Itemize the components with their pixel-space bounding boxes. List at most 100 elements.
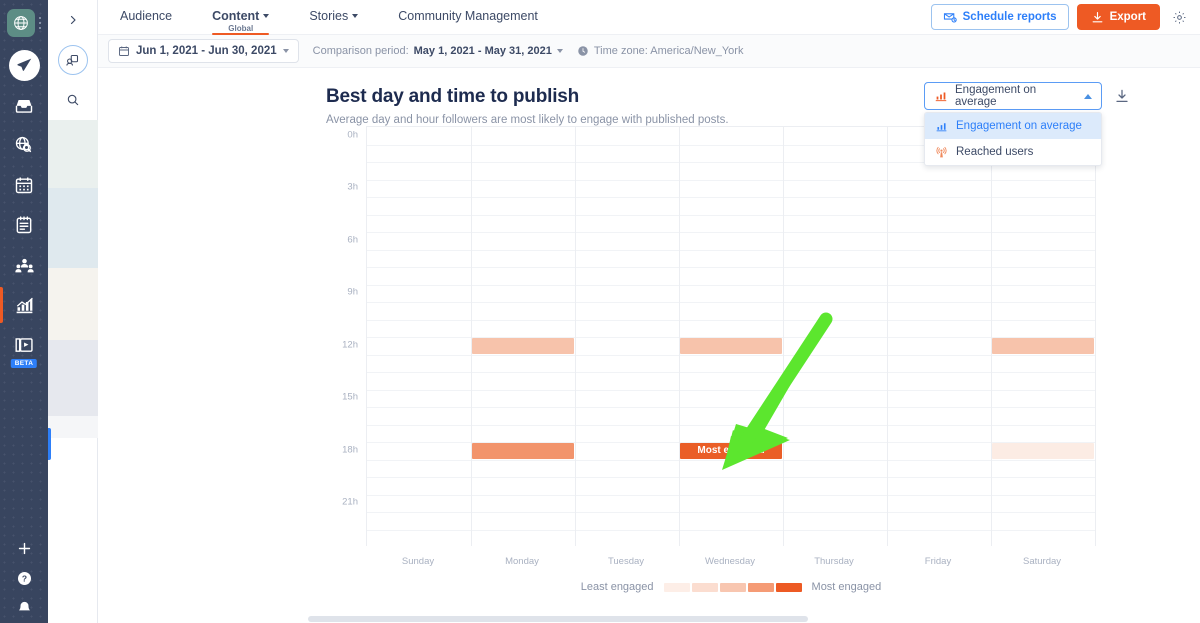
metric-option-reached-users[interactable]: Reached users (925, 139, 1101, 165)
heatmap-cell[interactable] (472, 338, 574, 354)
network-globe-logo-icon[interactable] (7, 9, 35, 37)
kebab-menu-icon[interactable] (39, 17, 42, 30)
tab-audience-label: Audience (120, 9, 172, 23)
tab-content-sublabel: Global (228, 24, 253, 33)
grid-row-line (367, 372, 1095, 373)
grid-row-line (367, 250, 1095, 251)
x-axis-tick: Thursday (814, 556, 854, 567)
chevron-right-icon (67, 14, 79, 26)
legend-swatch (664, 583, 690, 592)
y-axis-tick: 9h (347, 287, 358, 298)
bar-chart-icon (935, 120, 948, 133)
metric-select-trigger[interactable]: Engagement on average (924, 82, 1102, 110)
skeleton-block[interactable] (48, 268, 98, 340)
heatmap-cell[interactable]: Most engaged (680, 443, 782, 459)
bar-chart-icon (14, 295, 35, 316)
download-chart-button[interactable] (1110, 84, 1134, 108)
x-axis-tick: Sunday (402, 556, 434, 567)
chevron-down-icon (557, 49, 563, 53)
profile-list-skeleton (48, 120, 98, 438)
y-axis-tick: 12h (342, 339, 358, 350)
export-button[interactable]: Export (1077, 4, 1160, 30)
best-day-time-card: Best day and time to publish Average day… (308, 68, 1200, 615)
filter-bar: Jun 1, 2021 - Jun 30, 2021 Comparison pe… (98, 34, 1200, 68)
expand-panel-button[interactable] (48, 0, 98, 40)
date-range-label: Jun 1, 2021 - Jun 30, 2021 (136, 45, 277, 57)
grid-row-line (367, 320, 1095, 321)
metric-option-engagement[interactable]: Engagement on average (925, 113, 1101, 139)
clock-icon (577, 45, 589, 57)
grid-row-line (367, 477, 1095, 478)
tab-audience[interactable]: Audience (120, 0, 172, 23)
skeleton-block[interactable] (48, 120, 98, 188)
grid-column-line (679, 127, 680, 546)
skeleton-block[interactable] (48, 188, 98, 268)
heatmap-cell[interactable] (992, 338, 1094, 354)
grid-row-line (367, 512, 1095, 513)
legend-swatches (664, 583, 802, 592)
export-label: Export (1110, 11, 1146, 23)
top-nav-tabs: Audience Content Global Stories Communit… (98, 0, 1200, 34)
sidebar-item-listening[interactable] (0, 125, 48, 165)
metric-option-reached-users-label: Reached users (956, 146, 1033, 158)
x-axis-tick: Wednesday (705, 556, 755, 567)
legend-swatch (692, 583, 718, 592)
sidebar-item-publish[interactable] (0, 45, 48, 85)
calendar-icon (14, 175, 34, 195)
tab-stories-label: Stories (309, 9, 348, 23)
comparison-period-selector[interactable]: Comparison period: May 1, 2021 - May 31,… (313, 45, 563, 57)
active-tab-underline (212, 33, 269, 36)
search-button[interactable] (48, 80, 98, 120)
grid-row-line (367, 530, 1095, 531)
chevron-down-icon (352, 14, 358, 18)
date-range-picker[interactable]: Jun 1, 2021 - Jun 30, 2021 (108, 39, 299, 63)
x-axis-tick: Tuesday (608, 556, 644, 567)
grid-column-line (991, 127, 992, 546)
left-nav-rail: BETA ? (0, 0, 48, 623)
skeleton-block[interactable] (48, 340, 98, 416)
y-axis-tick: 21h (342, 497, 358, 508)
comparison-prefix: Comparison period: (313, 45, 409, 57)
chevron-down-icon (283, 49, 289, 53)
add-button[interactable] (0, 533, 48, 563)
horizontal-scrollbar[interactable] (308, 615, 1200, 623)
legend-swatch (720, 583, 746, 592)
sidebar-item-community[interactable] (0, 245, 48, 285)
scrollbar-thumb[interactable] (308, 616, 808, 622)
svg-text:?: ? (21, 573, 26, 583)
sidebar-item-tasks[interactable] (0, 205, 48, 245)
tab-community-management-label: Community Management (398, 9, 538, 23)
tab-content[interactable]: Content Global (212, 0, 269, 33)
sidebar-item-media[interactable]: BETA (0, 325, 48, 365)
grid-row-line (367, 460, 1095, 461)
sidebar-item-inbox[interactable] (0, 85, 48, 125)
heatmap-cell[interactable] (992, 443, 1094, 459)
search-icon (66, 93, 80, 107)
tab-stories[interactable]: Stories (309, 0, 358, 23)
globe-search-icon (14, 135, 34, 155)
settings-button[interactable] (1168, 6, 1190, 28)
calendar-icon (118, 45, 130, 57)
grid-row-line (367, 267, 1095, 268)
skeleton-block[interactable] (48, 416, 98, 438)
profiles-button[interactable] (48, 40, 98, 80)
help-button[interactable]: ? (0, 563, 48, 593)
profiles-icon (58, 45, 88, 75)
sidebar-item-analytics[interactable] (0, 285, 48, 325)
schedule-reports-button[interactable]: Schedule reports (931, 4, 1069, 30)
y-axis-tick: 15h (342, 392, 358, 403)
heatmap-cell[interactable] (472, 443, 574, 459)
download-icon (1091, 11, 1104, 24)
notifications-button[interactable] (0, 593, 48, 623)
tab-community-management[interactable]: Community Management (398, 0, 538, 23)
clipboard-notes-icon (14, 215, 34, 235)
metric-option-engagement-label: Engagement on average (956, 120, 1082, 132)
heatmap-cell[interactable] (680, 338, 782, 354)
heatmap-chart: 0h3h6h9h12h15h18h21h Most engaged Sunday… (326, 126, 1200, 615)
grid-row-line (367, 302, 1095, 303)
people-group-icon (14, 255, 35, 276)
tab-content-label: Content (212, 9, 259, 23)
top-nav-actions: Schedule reports Export (931, 0, 1200, 30)
sidebar-item-calendar[interactable] (0, 165, 48, 205)
y-axis-labels: 0h3h6h9h12h15h18h21h (326, 126, 358, 546)
